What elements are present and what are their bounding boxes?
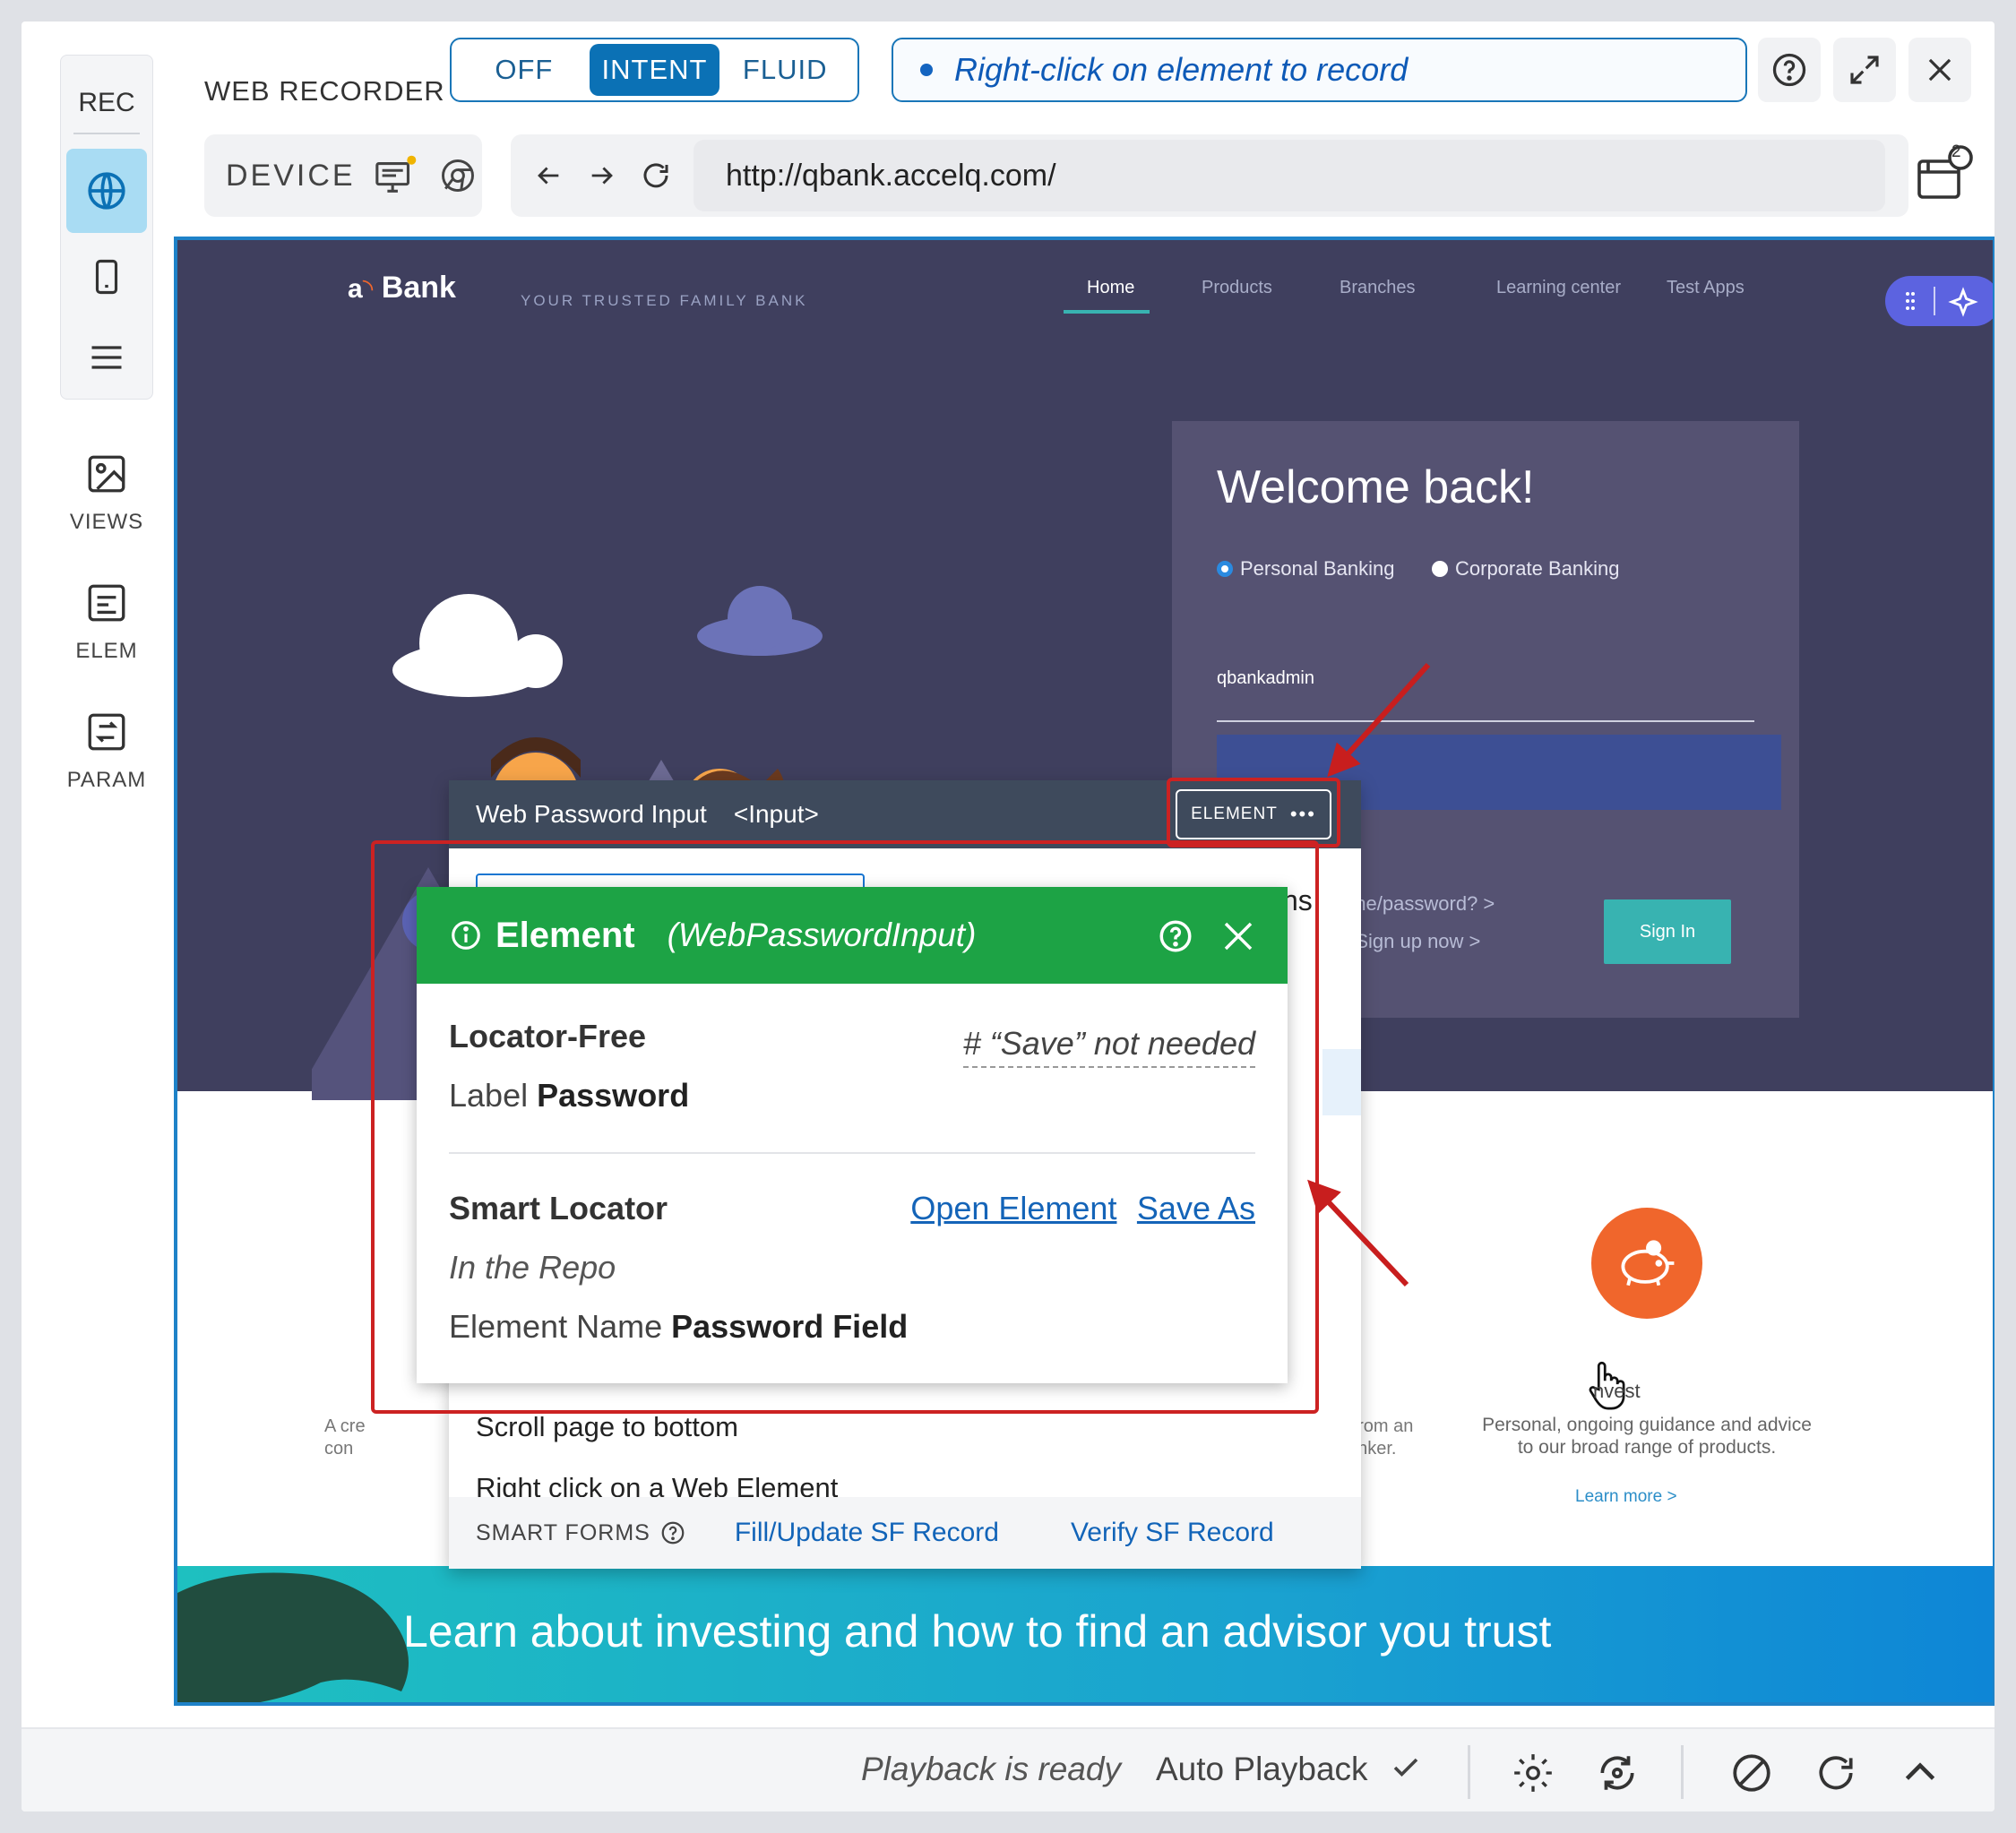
web-recorder-app: REC VIEWS ELEM PARAM WEB RECORDER OFF IN… <box>22 22 1994 1811</box>
chevron-up-icon[interactable] <box>1898 1751 1943 1795</box>
status-separator <box>1468 1745 1470 1799</box>
block-icon[interactable] <box>1729 1751 1774 1795</box>
status-bar: Playback is ready Auto Playback <box>22 1727 1994 1811</box>
check-icon <box>1393 1758 1418 1777</box>
auto-playback-label: Auto Playback <box>1156 1751 1368 1787</box>
gear-icon[interactable] <box>1511 1751 1555 1795</box>
auto-playback-toggle[interactable]: Auto Playback <box>1156 1751 1424 1788</box>
annotation-arrows <box>1307 662 1431 1287</box>
redo-icon[interactable] <box>1814 1751 1858 1795</box>
status-separator <box>1681 1745 1684 1799</box>
playback-status: Playback is ready <box>861 1751 1121 1787</box>
sync-settings-icon[interactable] <box>1595 1751 1640 1795</box>
